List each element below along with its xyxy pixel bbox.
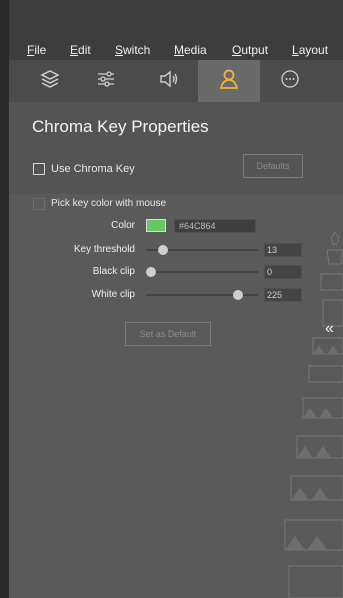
tab-layers[interactable] — [19, 60, 81, 102]
white-clip-field[interactable]: 225 — [264, 288, 302, 302]
black-clip-field[interactable]: 0 — [264, 265, 302, 279]
menu-file[interactable]: File — [27, 43, 46, 57]
white-clip-knob[interactable] — [233, 290, 243, 300]
black-clip-knob[interactable] — [146, 267, 156, 277]
tab-audio[interactable] — [137, 60, 199, 102]
color-label: Color — [111, 220, 135, 231]
menu-layout[interactable]: Layout — [292, 43, 328, 57]
use-chroma-key-label: Use Chroma Key — [51, 163, 135, 175]
black-clip-slider[interactable] — [146, 271, 258, 273]
menu-output[interactable]: Output — [232, 43, 268, 57]
layers-icon — [39, 68, 61, 95]
person-icon — [217, 67, 241, 96]
color-swatch[interactable] — [146, 219, 166, 232]
title-bar — [9, 0, 343, 40]
more-icon — [279, 68, 301, 95]
collapse-panel-button[interactable]: « — [325, 320, 334, 338]
menu-bar: File Edit Switch Media Output Layout — [9, 40, 343, 60]
pick-key-color-checkbox[interactable] — [33, 198, 45, 210]
audio-icon — [157, 68, 179, 95]
white-clip-label: White clip — [91, 289, 135, 300]
set-as-default-button[interactable]: Set as Default — [125, 322, 211, 346]
defaults-button[interactable]: Defaults — [243, 154, 303, 178]
pick-key-color-label: Pick key color with mouse — [51, 198, 167, 209]
key-threshold-knob[interactable] — [158, 245, 168, 255]
menu-switch[interactable]: Switch — [115, 43, 150, 57]
color-hex-field[interactable]: #64C864 — [174, 219, 256, 233]
menu-media[interactable]: Media — [174, 43, 207, 57]
panel-title: Chroma Key Properties — [32, 117, 209, 136]
chroma-key-app: File Edit Switch Media Output Layout Chr… — [0, 0, 343, 598]
chroma-key-header: Chroma Key Properties Use Chroma Key Def… — [9, 102, 343, 194]
chroma-key-settings: Pick key color with mouse Color #64C864 … — [9, 194, 343, 598]
black-clip-label: Black clip — [92, 266, 135, 277]
sliders-icon — [95, 68, 117, 95]
tab-more[interactable] — [259, 60, 321, 102]
left-strip — [0, 0, 9, 598]
decorative-ornament-icon — [284, 231, 343, 598]
tool-tabs — [9, 60, 343, 102]
menu-edit[interactable]: Edit — [70, 43, 91, 57]
tab-adjustments[interactable] — [75, 60, 137, 102]
key-threshold-field[interactable]: 13 — [264, 243, 302, 257]
use-chroma-key-checkbox[interactable] — [33, 163, 45, 175]
tab-chroma-key[interactable] — [198, 60, 260, 102]
key-threshold-label: Key threshold — [73, 244, 135, 255]
